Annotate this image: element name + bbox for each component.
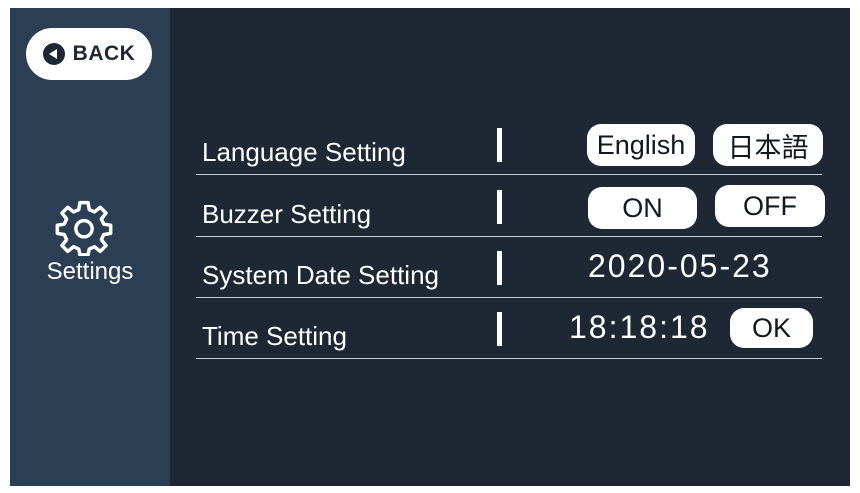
sidebar: BACK Settings <box>10 8 170 486</box>
system-date-setting-row: System Date Setting 2020-05-23 <box>196 236 822 298</box>
back-button[interactable]: BACK <box>26 28 152 80</box>
buzzer-setting-label: Buzzer Setting <box>202 199 372 229</box>
row-divider <box>497 128 502 162</box>
time-setting-label: Time Setting <box>202 321 347 351</box>
japanese-button[interactable]: 日本語 <box>713 124 823 166</box>
row-divider <box>497 312 502 346</box>
system-date-setting-label: System Date Setting <box>202 260 439 290</box>
system-date-value[interactable]: 2020-05-23 <box>588 248 772 285</box>
time-value[interactable]: 18:18:18 <box>569 309 710 346</box>
buzzer-on-button[interactable]: ON <box>588 187 697 229</box>
row-divider <box>497 251 502 285</box>
back-label: BACK <box>72 42 136 65</box>
gear-icon <box>55 200 113 256</box>
buzzer-setting-row: Buzzer Setting ON OFF <box>196 175 825 237</box>
english-button[interactable]: English <box>587 124 695 166</box>
buzzer-off-button[interactable]: OFF <box>715 185 825 227</box>
time-ok-button[interactable]: OK <box>730 308 813 348</box>
time-setting-row: Time Setting 18:18:18 OK <box>196 297 822 359</box>
back-arrow-icon <box>42 43 65 65</box>
language-setting-label: Language Setting <box>202 137 406 167</box>
row-divider <box>497 190 502 224</box>
settings-label: Settings <box>46 258 134 285</box>
settings-screen: BACK Settings Language Setting English 日… <box>10 8 850 486</box>
language-setting-row: Language Setting English 日本語 <box>196 113 823 175</box>
